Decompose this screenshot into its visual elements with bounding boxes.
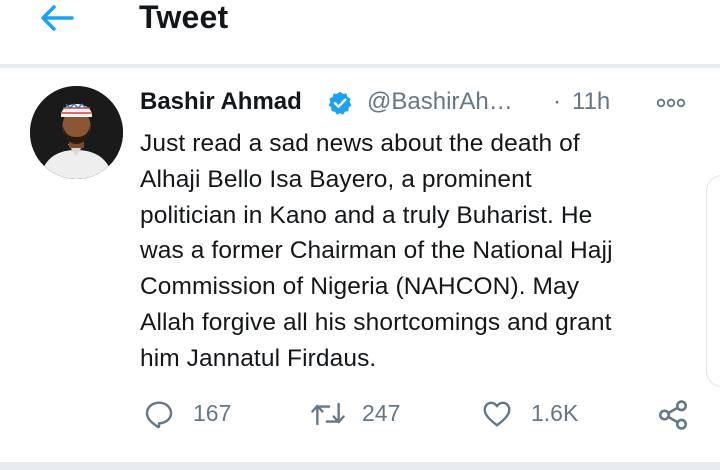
more-options-icon[interactable] <box>656 96 686 110</box>
like-button[interactable]: 1.6K <box>481 394 591 434</box>
tweet-text: Just read a sad news about the death of … <box>140 126 700 377</box>
retweet-button[interactable]: 247 <box>310 394 410 434</box>
tweet-text-line: Allah forgive all his shortcomings and g… <box>140 308 612 336</box>
tweet-text-line: Alhaji Bello Isa Bayero, a prominent <box>140 165 532 193</box>
reply-button[interactable]: 167 <box>143 394 243 434</box>
top-bar: Tweet <box>0 0 720 64</box>
share-button[interactable] <box>656 394 692 434</box>
reply-count: 167 <box>193 400 232 426</box>
avatar-image <box>30 86 123 179</box>
tweet: Bashir Ahmad @BashirAh… · 11h Just read … <box>0 68 720 462</box>
arrow-left-icon <box>41 5 74 31</box>
author-handle[interactable]: @BashirAh… <box>367 88 513 116</box>
reply-icon <box>145 401 173 429</box>
avatar[interactable] <box>30 86 123 179</box>
tweet-text-line: him Jannatul Firdaus. <box>140 344 377 372</box>
like-count: 1.6K <box>531 400 579 426</box>
tweet-time[interactable]: 11h <box>572 88 610 116</box>
heart-icon <box>483 401 511 427</box>
tweet-header: Bashir Ahmad @BashirAh… · 11h <box>140 88 700 120</box>
tweet-text-line: was a former Chairman of the National Ha… <box>140 237 613 265</box>
tweet-text-line: politician in Kano and a truly Buharist.… <box>140 201 593 229</box>
back-button[interactable] <box>36 2 80 34</box>
retweet-count: 247 <box>362 400 401 426</box>
bottom-divider <box>0 462 720 470</box>
tweet-text-line: Commission of Nigeria (NAHCON). May <box>140 273 580 301</box>
tweet-text-line: Just read a sad news about the death of <box>140 130 580 157</box>
author-name[interactable]: Bashir Ahmad <box>140 88 302 116</box>
tweet-actions: 167 247 1.6K <box>0 394 720 434</box>
retweet-icon <box>311 402 345 426</box>
share-icon <box>658 400 688 430</box>
meta-separator: · <box>553 88 561 115</box>
side-panel-edge <box>706 175 720 387</box>
verified-badge-icon <box>328 91 352 115</box>
page-title: Tweet <box>139 0 229 35</box>
